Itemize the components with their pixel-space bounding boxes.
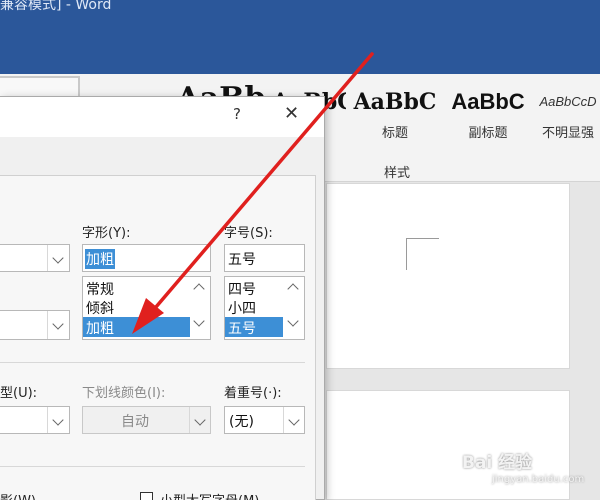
chevron-down-icon[interactable] xyxy=(287,315,299,327)
dropdown-arrow[interactable] xyxy=(47,407,69,433)
effects-label: 影(W) xyxy=(0,490,36,500)
chevron-down-icon xyxy=(52,414,64,426)
list-item[interactable]: 常规 xyxy=(86,279,114,299)
dropdown-arrow[interactable] xyxy=(283,407,305,433)
dropdown-arrow[interactable] xyxy=(189,407,211,433)
style-name: 副标题 xyxy=(468,126,508,141)
underline-color-value: 自动 xyxy=(121,414,149,430)
font-style-list[interactable]: 常规 倾斜 加粗 xyxy=(82,276,211,340)
list-item[interactable]: 小四 xyxy=(228,298,256,318)
list-item: 五号 xyxy=(228,321,256,337)
list-item[interactable]: 四号 xyxy=(228,279,256,299)
word-title-bar: 兼容模式] - Word xyxy=(0,0,600,74)
chevron-down-icon xyxy=(52,252,64,264)
font-style-input[interactable]: 加粗 xyxy=(82,244,211,272)
font-size-label: 字号(S): xyxy=(224,226,273,241)
font-size-value: 五号 xyxy=(228,252,256,268)
section-divider xyxy=(0,362,305,363)
section-divider xyxy=(0,466,305,467)
small-caps-checkbox[interactable] xyxy=(140,492,153,500)
emphasis-combo[interactable]: (无) xyxy=(224,406,305,434)
style-name: 不明显强 xyxy=(541,126,594,141)
font-style-label: 字形(Y): xyxy=(82,226,131,241)
list-scrollbar[interactable] xyxy=(189,277,211,339)
tab-strip xyxy=(0,137,324,175)
font-size-list[interactable]: 四号 小四 五号 xyxy=(224,276,305,340)
style-sample: AaBbC xyxy=(451,89,525,114)
chevron-down-icon xyxy=(288,414,300,426)
style-tile-subtle-emphasis[interactable]: AaBbCcD 不明显强 xyxy=(536,80,600,146)
font-size-input[interactable]: 五号 xyxy=(224,244,305,272)
list-item[interactable]: 倾斜 xyxy=(86,298,114,318)
emphasis-label: 着重号(·): xyxy=(224,386,282,401)
underline-color-label: 下划线颜色(I): xyxy=(82,386,166,401)
dropdown-arrow[interactable] xyxy=(47,245,69,271)
underline-type-label: 型(U): xyxy=(0,386,38,401)
chevron-down-icon[interactable] xyxy=(193,315,205,327)
style-sample: AaBbCcD xyxy=(539,94,597,109)
small-caps-label: 小型大写字母(M) xyxy=(160,490,259,500)
baidu-watermark: Bai 经验 xyxy=(462,453,533,473)
style-name: 标题 xyxy=(381,126,408,141)
list-item-selected[interactable]: 五号 xyxy=(225,317,283,337)
list-item: 加粗 xyxy=(86,321,114,337)
dropdown-arrow[interactable] xyxy=(47,311,69,339)
emphasis-value: (无) xyxy=(229,414,254,430)
window-title: 兼容模式] - Word xyxy=(0,0,112,13)
font-style-value: 加粗 xyxy=(85,249,115,269)
font-name-list[interactable] xyxy=(0,310,70,340)
style-tile-title[interactable]: AaBbC 标题 xyxy=(352,80,438,146)
close-icon[interactable]: ✕ xyxy=(284,103,299,124)
chevron-up-icon[interactable] xyxy=(193,283,205,295)
font-tab-content: 字形(Y): 加粗 常规 倾斜 加粗 字号(S): 五号 四号 小四 五号 型(… xyxy=(0,175,316,500)
help-button[interactable]: ? xyxy=(233,105,241,123)
style-sample: AaBbC xyxy=(353,89,437,115)
chevron-down-icon xyxy=(194,414,206,426)
document-page[interactable] xyxy=(326,183,570,369)
style-tile-subtitle[interactable]: AaBbC 副标题 xyxy=(444,80,532,146)
font-dialog: ? ✕ 字形(Y): 加粗 常规 倾斜 加粗 字号(S): 五号 四号 小四 五… xyxy=(0,96,325,500)
underline-type-combo[interactable] xyxy=(0,406,70,434)
font-name-combo[interactable] xyxy=(0,244,70,272)
underline-color-combo[interactable]: 自动 xyxy=(82,406,211,434)
list-item-selected[interactable]: 加粗 xyxy=(83,317,190,337)
styles-group-label: 样式 xyxy=(384,166,411,181)
margin-corner-mark xyxy=(406,238,439,270)
chevron-down-icon xyxy=(52,318,64,330)
dialog-title-bar: ? ✕ xyxy=(0,97,324,137)
list-scrollbar[interactable] xyxy=(283,277,305,339)
baidu-watermark-url: jingyan.baidu.com xyxy=(492,474,585,485)
chevron-up-icon[interactable] xyxy=(287,283,299,295)
